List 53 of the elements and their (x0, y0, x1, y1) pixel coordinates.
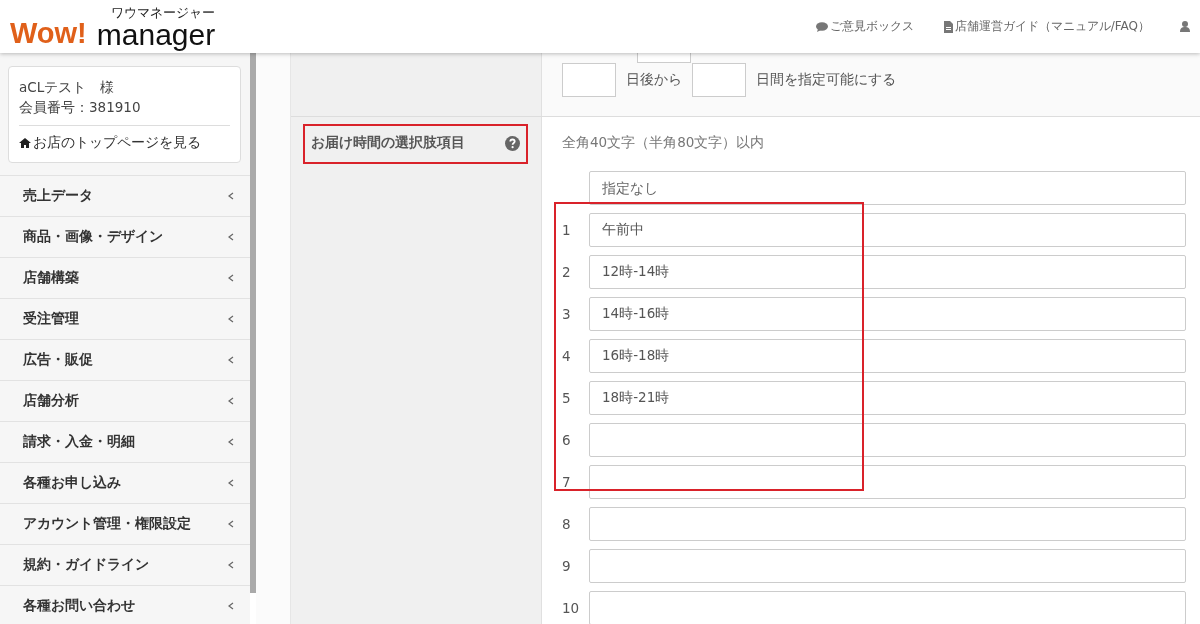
chevron-left-icon (228, 233, 234, 241)
row-number: 4 (562, 348, 572, 364)
field-label: お届け時間の選択肢項目 (311, 134, 465, 152)
header-link[interactable] (1180, 21, 1190, 32)
chevron-left-icon (228, 356, 234, 364)
option-field[interactable]: 14時-16時 (589, 297, 1186, 331)
chevron-left-icon (228, 520, 234, 528)
row-number: 1 (562, 222, 572, 238)
row-number: 7 (562, 474, 572, 490)
logo-brand: Wow! (10, 18, 87, 48)
chevron-left-icon (228, 438, 234, 446)
member-number: 会員番号：381910 (19, 98, 142, 117)
option-field[interactable]: 18時-21時 (589, 381, 1186, 415)
row-number: 3 (562, 306, 572, 322)
option-field[interactable] (589, 591, 1186, 624)
option-field[interactable]: 16時-18時 (589, 339, 1186, 373)
hint-text: 全角40文字（半角80文字）以内 (562, 134, 766, 152)
speech-bubble-icon (815, 21, 828, 32)
chevron-left-icon (228, 192, 234, 200)
row-number: 6 (562, 432, 572, 448)
header-link[interactable]: ご意見ボックス (815, 18, 914, 35)
account-name: aCLテスト 様 (19, 78, 116, 97)
chevron-left-icon (228, 315, 234, 323)
document-icon (943, 20, 953, 33)
option-field[interactable] (589, 423, 1186, 457)
user-icon (1180, 21, 1190, 32)
row-number: 8 (562, 516, 572, 532)
chevron-left-icon (228, 479, 234, 487)
header-link[interactable]: 店舗運営ガイド（マニュアル/FAQ） (943, 18, 1150, 35)
shop-top-link[interactable]: お店のトップページを見る (19, 134, 230, 152)
days-after-field[interactable] (562, 63, 616, 97)
days-after-label: 日後から (626, 71, 682, 89)
chevron-left-icon (228, 602, 234, 610)
chevron-left-icon (228, 274, 234, 282)
days-range-label: 日間を指定可能にする (756, 71, 896, 89)
sidebar-menu-item[interactable]: 各種お問い合わせ (0, 585, 250, 624)
row-number: 2 (562, 264, 572, 280)
scrollbar[interactable] (250, 53, 256, 593)
option-field[interactable]: 12時-14時 (589, 255, 1186, 289)
help-icon[interactable] (505, 135, 520, 151)
option-field[interactable] (589, 465, 1186, 499)
row-number: 5 (562, 390, 572, 406)
option-field[interactable]: 午前中 (589, 213, 1186, 247)
chevron-left-icon (228, 561, 234, 569)
chevron-left-icon (228, 397, 234, 405)
row-number: 10 (562, 600, 581, 616)
home-icon (19, 138, 31, 148)
option-field[interactable] (589, 507, 1186, 541)
option-field[interactable] (589, 549, 1186, 583)
days-range-field[interactable] (692, 63, 746, 97)
default-option-field[interactable]: 指定なし (589, 171, 1186, 205)
row-number: 9 (562, 558, 572, 574)
logo-ruby: ワウマネージャー (111, 5, 216, 21)
